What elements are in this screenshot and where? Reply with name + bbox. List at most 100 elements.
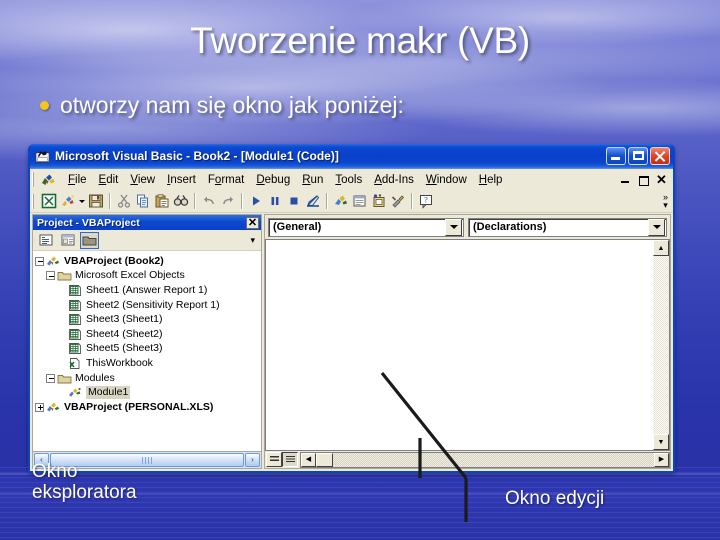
cut-icon[interactable] <box>114 192 133 211</box>
tree-item[interactable]: Microsoft Excel Objects <box>35 269 261 284</box>
tree-item-label: Sheet3 (Sheet1) <box>86 313 163 326</box>
tree-item[interactable]: Modules <box>35 371 261 386</box>
code-hscroll-right-button[interactable]: ▶ <box>654 452 669 467</box>
menu-item-help[interactable]: Help <box>473 173 509 187</box>
toolbar-separator <box>194 193 195 209</box>
project-toolbar-overflow-caret[interactable]: ▾ <box>250 235 258 246</box>
project-tree[interactable]: VBAProject (Book2) Microsoft Excel Object… <box>33 251 261 451</box>
tree-item-label: Modules <box>75 371 115 384</box>
insert-object-dropdown-caret[interactable] <box>77 192 86 211</box>
mdi-restore-button[interactable] <box>638 174 649 186</box>
paste-icon[interactable] <box>152 192 171 211</box>
find-icon[interactable] <box>171 192 190 211</box>
toolbar-grip[interactable] <box>32 193 36 209</box>
tree-item[interactable]: Module1 <box>35 385 261 400</box>
menu-item-edit[interactable]: Edit <box>93 173 125 187</box>
help-icon[interactable]: ? <box>416 192 435 211</box>
window-titlebar[interactable]: Microsoft Visual Basic - Book2 - [Module… <box>30 144 673 168</box>
insert-object-icon[interactable] <box>58 192 77 211</box>
code-hscroll-thumb[interactable] <box>316 452 333 467</box>
tree-expand-icon[interactable] <box>35 402 44 412</box>
tree-collapse-icon[interactable] <box>46 373 55 383</box>
project-hscroll-right-button[interactable]: › <box>245 453 260 467</box>
procedure-dropdown[interactable]: (Declarations) <box>468 217 667 237</box>
menubar-grip[interactable] <box>32 172 36 187</box>
tree-item[interactable]: ThisWorkbook <box>35 356 261 371</box>
folder-icon <box>57 269 72 282</box>
menu-item-view[interactable]: View <box>124 173 161 187</box>
tree-item[interactable]: Sheet2 (Sensitivity Report 1) <box>35 298 261 313</box>
tree-item[interactable]: Sheet3 (Sheet1) <box>35 312 261 327</box>
tree-item-label: Sheet1 (Answer Report 1) <box>86 283 208 296</box>
code-vscroll-down-button[interactable]: ▼ <box>653 434 669 450</box>
pause-icon[interactable] <box>265 192 284 211</box>
menu-bar: File Edit View Insert Format Debug Run T… <box>30 169 673 190</box>
view-object-icon[interactable] <box>58 231 77 249</box>
project-explorer-close-button[interactable]: ✕ <box>246 216 259 229</box>
copy-icon[interactable] <box>133 192 152 211</box>
properties-window-icon[interactable] <box>350 192 369 211</box>
procedure-dropdown-caret-icon[interactable] <box>648 218 665 236</box>
project-explorer-icon[interactable] <box>331 192 350 211</box>
toolbar-overflow-button[interactable]: » ▾ <box>663 193 673 210</box>
tree-item-label: VBAProject (PERSONAL.XLS) <box>64 400 214 413</box>
object-browser-icon[interactable] <box>369 192 388 211</box>
toolbox-icon[interactable] <box>388 192 407 211</box>
code-hscroll-track[interactable] <box>333 452 654 467</box>
code-editor[interactable] <box>265 239 653 451</box>
run-icon[interactable] <box>246 192 265 211</box>
procedure-view-button[interactable] <box>266 452 282 467</box>
menu-item-add-ins[interactable]: Add-Ins <box>368 173 420 187</box>
save-icon[interactable] <box>86 192 105 211</box>
full-module-view-button[interactable] <box>282 452 298 467</box>
menu-item-insert[interactable]: Insert <box>161 173 202 187</box>
tree-item[interactable]: Sheet5 (Sheet3) <box>35 342 261 357</box>
vb-project-icon <box>42 174 55 185</box>
menu-item-tools[interactable]: Tools <box>329 173 368 187</box>
tree-item-label: Sheet4 (Sheet2) <box>86 327 163 340</box>
stop-icon[interactable] <box>284 192 303 211</box>
menu-item-file[interactable]: File <box>62 173 93 187</box>
view-excel-icon[interactable] <box>39 192 58 211</box>
menu-item-window[interactable]: Window <box>420 173 473 187</box>
tree-collapse-icon[interactable] <box>35 256 44 266</box>
bullet-text: otworzy nam się okno jak poniżej: <box>60 92 404 118</box>
undo-icon[interactable] <box>199 192 218 211</box>
mdi-child-controls: ✕ <box>620 173 673 186</box>
tree-item[interactable]: Sheet4 (Sheet2) <box>35 327 261 342</box>
window-client-area: File Edit View Insert Format Debug Run T… <box>30 168 673 471</box>
code-window-combo-row: (General) (Declarations) <box>265 215 670 239</box>
visual-basic-icon <box>35 150 50 162</box>
tree-item[interactable]: VBAProject (Book2) <box>35 254 261 269</box>
procedure-dropdown-value: (Declarations) <box>473 221 547 233</box>
tree-item[interactable]: Sheet1 (Answer Report 1) <box>35 283 261 298</box>
code-hscrollbar[interactable]: ◀ ▶ <box>300 451 670 468</box>
folder-icon <box>57 372 72 385</box>
object-dropdown[interactable]: (General) <box>268 217 464 237</box>
code-vscroll-track[interactable] <box>653 256 669 434</box>
code-vscrollbar[interactable]: ▲ ▼ <box>653 239 670 451</box>
minimize-button[interactable] <box>606 147 626 165</box>
sheet-icon <box>68 328 83 341</box>
toggle-folders-icon[interactable] <box>80 231 99 249</box>
menu-item-debug[interactable]: Debug <box>250 173 296 187</box>
bullet-row: otworzy nam się okno jak poniżej: <box>40 92 404 119</box>
mdi-close-button[interactable]: ✕ <box>656 173 667 186</box>
redo-icon[interactable] <box>218 192 237 211</box>
window-body: Project - VBAProject ✕ ▾ VBAProject (Boo… <box>30 213 673 471</box>
design-mode-icon[interactable] <box>303 192 322 211</box>
menu-item-format[interactable]: Format <box>202 173 250 187</box>
close-button[interactable] <box>650 147 670 165</box>
menu-item-run[interactable]: Run <box>296 173 329 187</box>
tree-item[interactable]: VBAProject (PERSONAL.XLS) <box>35 400 261 415</box>
object-dropdown-caret-icon[interactable] <box>445 218 462 236</box>
project-explorer-titlebar[interactable]: Project - VBAProject ✕ <box>33 215 261 230</box>
callout-left-line1: Okno <box>32 461 78 482</box>
view-code-icon[interactable] <box>36 231 55 249</box>
tree-collapse-icon[interactable] <box>46 271 55 281</box>
maximize-button[interactable] <box>628 147 648 165</box>
code-vscroll-up-button[interactable]: ▲ <box>653 240 669 256</box>
code-window: (General) (Declarations) ▲ ▼ ◀ ▶ <box>264 214 671 469</box>
mdi-minimize-button[interactable] <box>620 174 631 185</box>
code-hscroll-left-button[interactable]: ◀ <box>301 452 316 467</box>
